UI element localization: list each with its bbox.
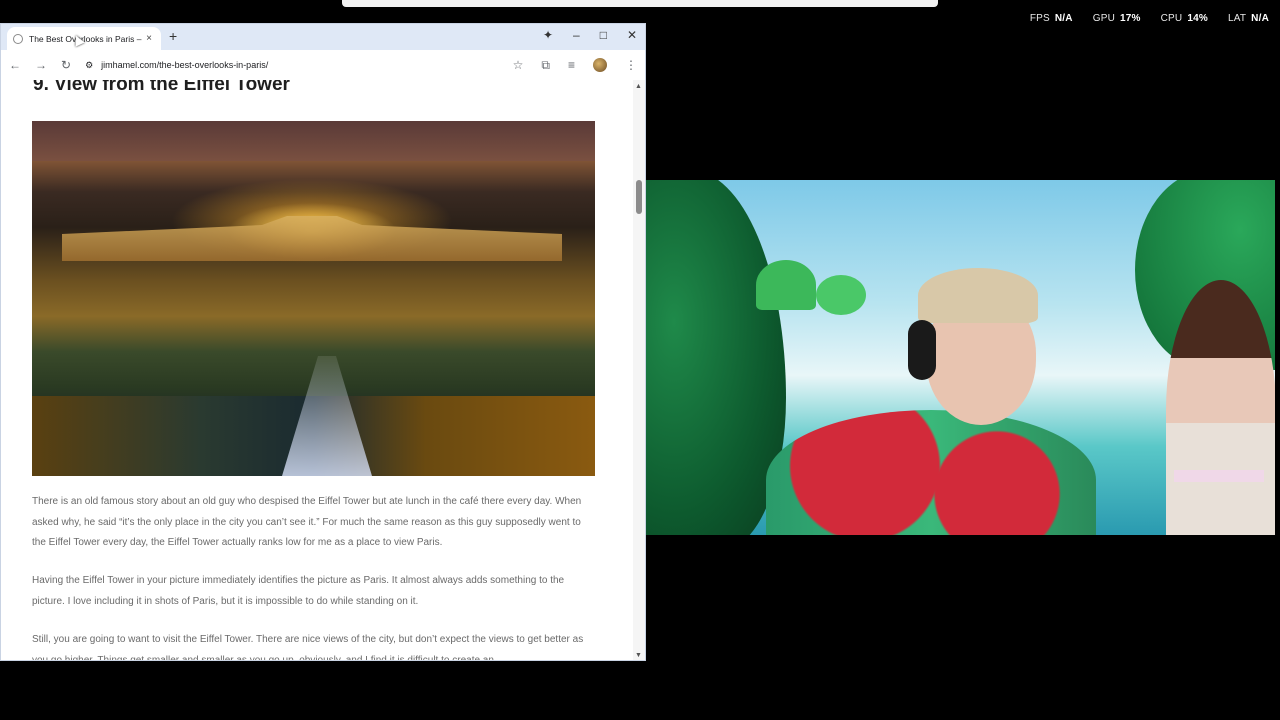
article-paragraph: Still, you are going to want to visit th… <box>32 634 584 661</box>
top-notch-bar <box>342 0 938 7</box>
address-bar[interactable]: ⚙ jimhamel.com/the-best-overlooks-in-par… <box>85 60 499 71</box>
cam-streamer-shirt <box>766 410 1096 535</box>
latency-readout: LAT N/A <box>1228 13 1269 24</box>
browser-window: The Best Overlooks in Paris – Ji × + ✦ –… <box>0 23 646 661</box>
cam-palm-tree <box>816 275 866 315</box>
site-favicon-icon <box>13 33 23 44</box>
photo-trocadero <box>62 216 562 261</box>
lat-value: N/A <box>1251 13 1269 24</box>
fps-readout: FPS N/A <box>1030 13 1073 24</box>
cam-second-person <box>1166 280 1275 535</box>
article-paragraph: There is an old famous story about an ol… <box>32 496 582 548</box>
article-paragraph: Having the Eiffel Tower in your picture … <box>32 575 565 607</box>
gemini-icon[interactable]: ✦ <box>543 28 553 42</box>
scrollbar-thumb[interactable] <box>636 180 642 214</box>
minimize-button[interactable]: – <box>573 28 580 42</box>
cam-palm-tree <box>756 260 816 310</box>
reload-button[interactable]: ↻ <box>61 58 71 72</box>
gpu-value: 17% <box>1120 13 1141 24</box>
scroll-down-icon[interactable]: ▼ <box>635 652 642 659</box>
cpu-value: 14% <box>1187 13 1208 24</box>
gpu-label: GPU <box>1092 13 1115 24</box>
forward-button[interactable]: → <box>35 58 47 72</box>
cam-jungle-left <box>646 180 786 535</box>
browser-menu-icon[interactable]: ⋮ <box>625 58 637 72</box>
cpu-label: CPU <box>1160 13 1183 24</box>
cam-lamp <box>1174 470 1264 482</box>
maximize-button[interactable]: □ <box>600 28 607 42</box>
vertical-scrollbar[interactable]: ▲ ▼ <box>633 80 645 660</box>
url-text[interactable]: jimhamel.com/the-best-overlooks-in-paris… <box>101 60 268 70</box>
reading-list-icon[interactable]: ≡ <box>568 58 575 72</box>
google-lens-icon[interactable]: ⧉ <box>541 58 550 73</box>
back-button[interactable]: ← <box>9 58 21 72</box>
page-content: 9. View from the Eiffel Tower There is a… <box>1 80 635 661</box>
bookmark-star-icon[interactable]: ☆ <box>513 58 524 72</box>
new-tab-button[interactable]: + <box>169 28 177 44</box>
tab-close-icon[interactable]: × <box>143 33 155 44</box>
gpu-readout: GPU 17% <box>1093 13 1141 24</box>
cam-streamer-cap <box>918 268 1038 323</box>
profile-avatar[interactable] <box>593 58 607 72</box>
toolbar-actions: ☆ ⧉ ≡ ⋮ <box>513 58 637 73</box>
tab-title: The Best Overlooks in Paris – Ji <box>29 33 143 44</box>
webcam-overlay <box>646 180 1275 535</box>
scroll-up-icon[interactable]: ▲ <box>635 83 642 90</box>
fps-value: N/A <box>1054 13 1073 24</box>
lat-label: LAT <box>1227 13 1247 24</box>
cam-headset <box>908 320 936 380</box>
tab-best-overlooks[interactable]: The Best Overlooks in Paris – Ji × <box>7 27 161 50</box>
browser-toolbar: ← → ↻ ⚙ jimhamel.com/the-best-overlooks-… <box>1 50 645 80</box>
site-info-icon[interactable]: ⚙ <box>85 60 93 71</box>
paris-night-photo <box>32 121 595 476</box>
section-heading: 9. View from the Eiffel Tower <box>33 80 290 95</box>
tab-strip: The Best Overlooks in Paris – Ji × + ✦ –… <box>1 24 645 50</box>
close-window-button[interactable]: ✕ <box>627 28 637 42</box>
cpu-readout: CPU 14% <box>1161 13 1208 24</box>
fps-label: FPS <box>1029 13 1050 24</box>
photo-sky <box>32 121 595 161</box>
performance-overlay: FPS N/A GPU 17% CPU 14% LAT N/A <box>1030 13 1269 24</box>
window-controls: ✦ – □ ✕ <box>543 28 637 42</box>
